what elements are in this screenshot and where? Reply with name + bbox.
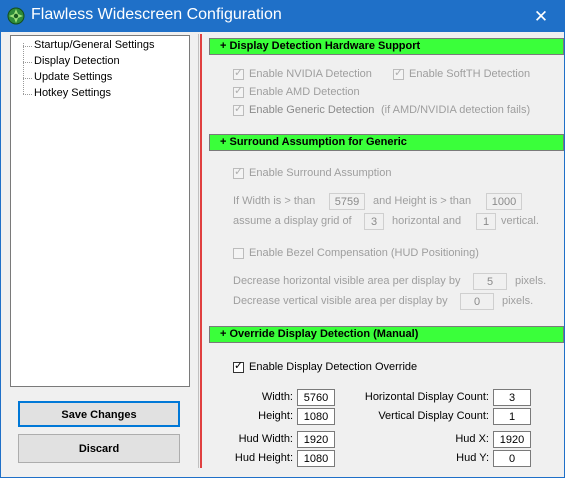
tree-item-display-detection[interactable]: Display Detection bbox=[34, 55, 120, 67]
override-label: Enable Display Detection Override bbox=[249, 361, 418, 373]
generic-note: (if AMD/NVIDIA detection fails) bbox=[381, 104, 531, 116]
decrease-vertical-label: Decrease vertical visible area per displ… bbox=[233, 295, 448, 307]
tree-item-hotkey-settings[interactable]: Hotkey Settings bbox=[34, 87, 111, 99]
tree-connector bbox=[23, 62, 32, 63]
section-header-surround[interactable]: + Surround Assumption for Generic bbox=[209, 134, 564, 151]
window-title: Flawless Widescreen Configuration bbox=[31, 6, 282, 23]
discard-button[interactable]: Discard bbox=[18, 434, 180, 463]
vertical-label: vertical. bbox=[501, 215, 539, 227]
close-icon[interactable]: ✕ bbox=[518, 1, 564, 32]
generic-checkbox[interactable]: ✓ bbox=[233, 103, 244, 116]
panel-divider bbox=[198, 34, 199, 468]
amd-checkbox[interactable]: ✓ bbox=[233, 85, 244, 98]
height-threshold-field[interactable]: 1000 bbox=[486, 193, 522, 210]
app-logo-icon bbox=[7, 7, 25, 25]
settings-tree: Startup/General Settings Display Detecti… bbox=[10, 35, 190, 387]
if-width-label: If Width is > than bbox=[233, 195, 316, 207]
horizontal-and-label: horizontal and bbox=[392, 215, 462, 227]
main-window: Flawless Widescreen Configuration ✕ Star… bbox=[0, 0, 565, 478]
panel-divider-accent bbox=[200, 34, 202, 468]
tree-connector bbox=[23, 78, 32, 79]
bezel-label: Enable Bezel Compensation (HUD Positioni… bbox=[249, 247, 479, 259]
hud-width-label: Hud Width: bbox=[238, 433, 293, 445]
height-label: Height: bbox=[258, 410, 293, 422]
title-bar[interactable]: Flawless Widescreen Configuration ✕ bbox=[1, 1, 564, 32]
decrease-horizontal-label: Decrease horizontal visible area per dis… bbox=[233, 275, 461, 287]
hud-x-field[interactable]: 1920 bbox=[493, 431, 531, 448]
softth-checkbox[interactable]: ✓ bbox=[393, 67, 404, 80]
and-height-label: and Height is > than bbox=[373, 195, 472, 207]
hud-x-label: Hud X: bbox=[455, 433, 489, 445]
width-label: Width: bbox=[261, 391, 293, 403]
tree-item-update-settings[interactable]: Update Settings bbox=[34, 71, 112, 83]
section-header-hardware[interactable]: + Display Detection Hardware Support bbox=[209, 38, 564, 55]
section-header-override[interactable]: + Override Display Detection (Manual) bbox=[209, 326, 564, 343]
tree-connector bbox=[23, 43, 24, 94]
horizontal-count-field[interactable]: 3 bbox=[493, 389, 531, 406]
width-threshold-field[interactable]: 5759 bbox=[329, 193, 365, 210]
tree-connector bbox=[23, 46, 32, 47]
surround-checkbox[interactable]: ✓ bbox=[233, 166, 244, 179]
pixels-label-h: pixels. bbox=[515, 275, 547, 287]
grid-horizontal-field[interactable]: 3 bbox=[364, 213, 384, 230]
hud-height-label: Hud Height: bbox=[234, 452, 293, 464]
generic-label: Enable Generic Detection bbox=[249, 104, 375, 116]
tree-item-startup-general[interactable]: Startup/General Settings bbox=[34, 39, 154, 51]
vertical-count-label: Vertical Display Count: bbox=[378, 410, 489, 422]
surround-label: Enable Surround Assumption bbox=[249, 167, 392, 179]
height-field[interactable]: 1080 bbox=[297, 408, 335, 425]
vertical-count-field[interactable]: 1 bbox=[493, 408, 531, 425]
override-checkbox[interactable]: ✓ bbox=[233, 360, 244, 373]
bezel-checkbox[interactable] bbox=[233, 248, 244, 259]
decrease-vertical-field[interactable]: 0 bbox=[460, 293, 494, 310]
decrease-horizontal-field[interactable]: 5 bbox=[473, 273, 507, 290]
nvidia-label: Enable NVIDIA Detection bbox=[249, 68, 372, 80]
grid-vertical-field[interactable]: 1 bbox=[476, 213, 496, 230]
assume-grid-label: assume a display grid of bbox=[233, 215, 352, 227]
nvidia-checkbox[interactable]: ✓ bbox=[233, 67, 244, 80]
save-changes-button[interactable]: Save Changes bbox=[18, 401, 180, 427]
hud-y-label: Hud Y: bbox=[456, 452, 489, 464]
pixels-label-v: pixels. bbox=[502, 295, 534, 307]
tree-connector bbox=[23, 94, 32, 95]
hud-height-field[interactable]: 1080 bbox=[297, 450, 335, 467]
horizontal-count-label: Horizontal Display Count: bbox=[364, 391, 489, 403]
amd-label: Enable AMD Detection bbox=[249, 86, 360, 98]
width-field[interactable]: 5760 bbox=[297, 389, 335, 406]
hud-width-field[interactable]: 1920 bbox=[297, 431, 335, 448]
softth-label: Enable SoftTH Detection bbox=[409, 68, 531, 80]
hud-y-field[interactable]: 0 bbox=[493, 450, 531, 467]
